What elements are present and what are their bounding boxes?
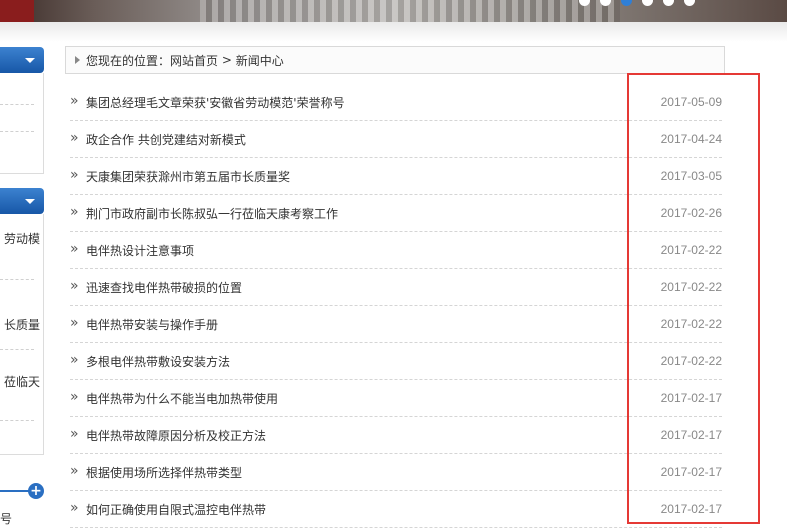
news-list-item[interactable]: » 电伴热带安装与操作手册 2017-02-22 [70, 306, 722, 343]
breadcrumb-home-link[interactable]: 网站首页 [170, 52, 218, 69]
slider-dot-active[interactable] [621, 0, 632, 6]
double-chevron-right-icon: » [70, 167, 79, 183]
sidebar-divider [0, 131, 34, 132]
news-title-link[interactable]: 集团总经理毛文章荣获'安徽省劳动模范'荣誉称号 [84, 94, 345, 111]
slider-dot[interactable] [663, 0, 674, 6]
news-title-link[interactable]: 电伴热带故障原因分析及校正方法 [84, 427, 266, 444]
breadcrumb-separator: > [218, 53, 236, 67]
double-chevron-right-icon: » [70, 352, 79, 368]
caret-right-icon [75, 56, 80, 64]
double-chevron-right-icon: » [70, 463, 79, 479]
slider-dot[interactable] [642, 0, 653, 6]
news-title-link[interactable]: 迅速查找电伴热带破损的位置 [84, 279, 242, 296]
news-title-link[interactable]: 电伴热设计注意事项 [84, 242, 194, 259]
sidebar-bottom-item[interactable]: 号 [0, 510, 12, 527]
sidebar-divider [0, 104, 34, 105]
banner-building-image [200, 0, 620, 22]
breadcrumb-prefix: 您现在的位置： [86, 53, 171, 68]
sidebar-menu-tab[interactable] [0, 47, 44, 73]
breadcrumb: 您现在的位置： 网站首页 > 新闻中心 [65, 46, 725, 74]
news-title-link[interactable]: 荆门市政府副市长陈叔弘一行莅临天康考察工作 [84, 205, 338, 222]
sidebar-news-item[interactable]: 劳动模 [0, 230, 40, 247]
top-banner-image [0, 0, 787, 22]
sidebar-news-item[interactable]: 莅临天 [0, 373, 40, 390]
double-chevron-right-icon: » [70, 93, 79, 109]
double-chevron-right-icon: » [70, 389, 79, 405]
sidebar-news-box [0, 214, 44, 455]
double-chevron-right-icon: » [70, 426, 79, 442]
sidebar-divider [0, 279, 34, 280]
double-chevron-right-icon: » [70, 278, 79, 294]
double-chevron-right-icon: » [70, 241, 79, 257]
news-list-item[interactable]: » 荆门市政府副市长陈叔弘一行莅临天康考察工作 2017-02-26 [70, 195, 722, 232]
date-column-highlight-box [627, 73, 760, 524]
news-list-item[interactable]: » 集团总经理毛文章荣获'安徽省劳动模范'荣誉称号 2017-05-09 [70, 84, 722, 121]
double-chevron-right-icon: » [70, 130, 79, 146]
news-title-link[interactable]: 政企合作 共创党建结对新模式 [84, 131, 246, 148]
news-list-item[interactable]: » 电伴热带故障原因分析及校正方法 2017-02-17 [70, 417, 722, 454]
sidebar-menu-box [0, 73, 44, 174]
slider-dots [579, 0, 695, 6]
sidebar-news-tab[interactable] [0, 188, 44, 214]
news-title-link[interactable]: 根据使用场所选择伴热带类型 [84, 464, 242, 481]
news-title-link[interactable]: 电伴热带为什么不能当电加热带使用 [84, 390, 278, 407]
breadcrumb-current[interactable]: 新闻中心 [236, 52, 284, 69]
slider-dot[interactable] [600, 0, 611, 6]
plus-icon[interactable]: + [28, 483, 44, 499]
news-list-item[interactable]: » 天康集团荣获滁州市第五届市长质量奖 2017-03-05 [70, 158, 722, 195]
double-chevron-right-icon: » [70, 500, 79, 516]
chevron-down-icon [25, 199, 35, 204]
news-list-item[interactable]: » 多根电伴热带敷设安装方法 2017-02-22 [70, 343, 722, 380]
news-list-item[interactable]: » 迅速查找电伴热带破损的位置 2017-02-22 [70, 269, 722, 306]
banner-red-strip [0, 0, 34, 22]
news-title-link[interactable]: 多根电伴热带敷设安装方法 [84, 353, 230, 370]
news-title-link[interactable]: 电伴热带安装与操作手册 [84, 316, 218, 333]
banner-shadow [0, 22, 787, 42]
slider-dot[interactable] [684, 0, 695, 6]
news-list-item[interactable]: » 根据使用场所选择伴热带类型 2017-02-17 [70, 454, 722, 491]
sidebar-divider [0, 349, 34, 350]
news-list-item[interactable]: » 政企合作 共创党建结对新模式 2017-04-24 [70, 121, 722, 158]
double-chevron-right-icon: » [70, 315, 79, 331]
sidebar-divider [0, 420, 34, 421]
news-title-link[interactable]: 天康集团荣获滁州市第五届市长质量奖 [84, 168, 290, 185]
news-list-item[interactable]: » 电伴热带为什么不能当电加热带使用 2017-02-17 [70, 380, 722, 417]
news-list: » 集团总经理毛文章荣获'安徽省劳动模范'荣誉称号 2017-05-09 » 政企合作… [70, 84, 722, 528]
slider-dot[interactable] [579, 0, 590, 6]
news-title-link[interactable]: 如何正确使用自限式温控电伴热带 [84, 501, 266, 518]
news-list-item[interactable]: » 如何正确使用自限式温控电伴热带 2017-02-17 [70, 491, 722, 528]
chevron-down-icon [25, 58, 35, 63]
sidebar-news-item[interactable]: 长质量 [0, 316, 40, 333]
double-chevron-right-icon: » [70, 204, 79, 220]
sidebar-section-line [0, 490, 30, 492]
news-list-item[interactable]: » 电伴热设计注意事项 2017-02-22 [70, 232, 722, 269]
